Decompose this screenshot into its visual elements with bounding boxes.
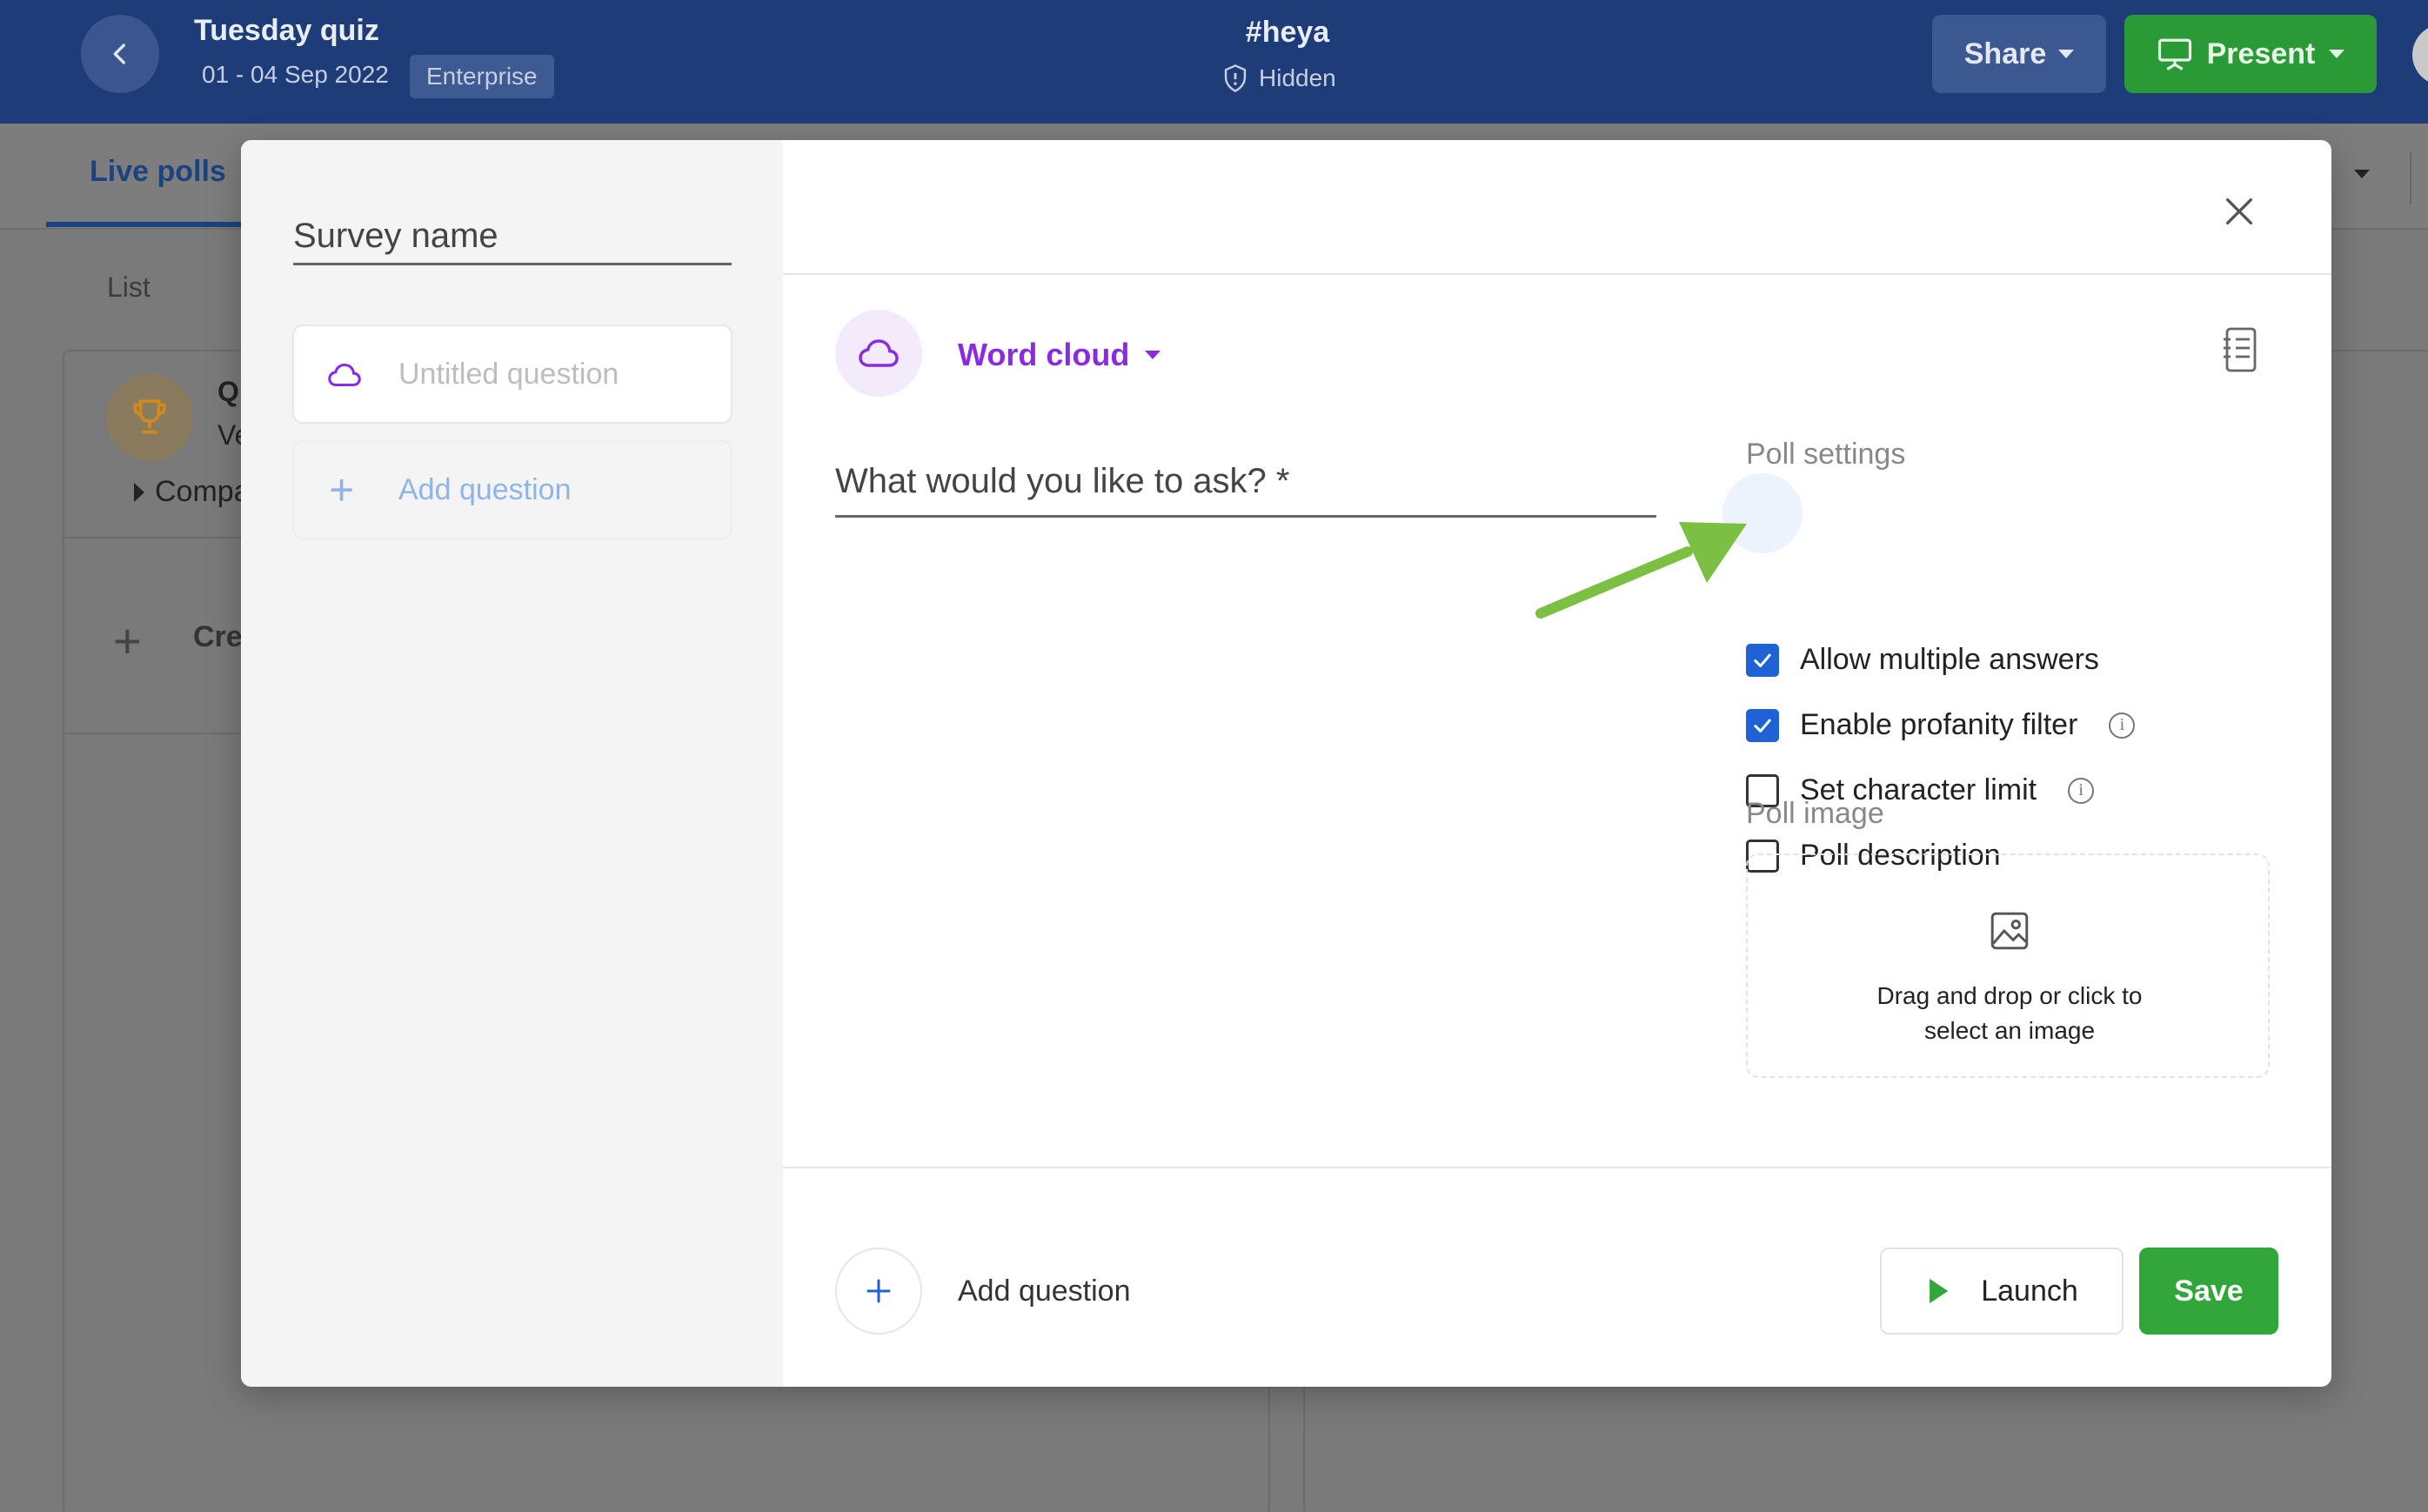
background-create-label[interactable]: Cre	[193, 620, 243, 654]
background-item-title: Q	[217, 376, 239, 407]
question-list-item-label: Untitled question	[398, 358, 619, 391]
dropzone-text-line: select an image	[1923, 1017, 2096, 1044]
divider	[783, 1167, 2331, 1168]
share-label: Share	[1963, 37, 2047, 70]
close-icon	[2226, 198, 2252, 224]
present-label: Present	[2206, 37, 2316, 70]
poll-editor-modal: Survey name Untitled question + Add ques…	[241, 140, 2331, 1387]
plan-badge: Enterprise	[410, 55, 554, 98]
check-icon	[1754, 719, 1771, 733]
launch-button[interactable]: Launch	[1880, 1248, 2124, 1335]
checkbox-focus-halo	[1722, 473, 1803, 553]
option-label: Allow multiple answers	[1800, 643, 2099, 676]
event-dates: 01 - 04 Sep 2022	[202, 61, 389, 88]
plus-icon[interactable]: +	[113, 612, 142, 669]
poll-type-dropdown[interactable]: Word cloud	[958, 337, 1161, 373]
event-code[interactable]: #heya	[1201, 16, 1375, 50]
caret-down-icon	[2058, 50, 2075, 58]
dropzone-text-line: Drag and drop or click to	[1876, 982, 2143, 1009]
option-allow-multiple-answers[interactable]: Allow multiple answers	[1746, 643, 2099, 677]
check-icon	[1754, 653, 1771, 667]
visibility-label: Hidden	[1259, 64, 1336, 91]
event-title: Tuesday quiz	[194, 14, 379, 47]
divider	[783, 273, 2331, 275]
presentation-icon	[2157, 38, 2191, 70]
image-dropzone[interactable]: Drag and drop or click to select an imag…	[1746, 853, 2270, 1078]
close-button[interactable]	[2213, 185, 2265, 238]
caret-down-icon	[2329, 50, 2345, 58]
save-button[interactable]: Save	[2139, 1248, 2278, 1335]
caret-down-icon	[1145, 351, 1161, 359]
notes-icon[interactable]	[2222, 325, 2260, 374]
info-icon[interactable]: i	[2068, 777, 2095, 804]
question-list-item[interactable]: Untitled question	[292, 324, 732, 424]
question-input[interactable]: What would you like to ask? *	[835, 462, 1656, 518]
top-bar: Tuesday quiz 01 - 04 Sep 2022 Enterprise…	[0, 0, 2428, 124]
add-question-list-button[interactable]: + Add question	[292, 440, 732, 539]
option-label: Enable profanity filter	[1800, 708, 2078, 741]
cloud-icon	[859, 339, 899, 367]
tab-list[interactable]: List	[107, 271, 150, 304]
dropzone-text: Drag and drop or click to select an imag…	[1748, 979, 2271, 1048]
question-list-panel: Survey name Untitled question + Add ques…	[241, 140, 783, 1387]
poll-type-icon-badge	[835, 310, 922, 397]
add-question-button[interactable]	[835, 1248, 922, 1335]
image-icon	[1990, 912, 2029, 950]
visibility-status[interactable]: Hidden	[1222, 64, 1336, 93]
checkbox-checked[interactable]	[1746, 708, 1779, 742]
background-item-expand[interactable]: Compa	[132, 475, 251, 509]
add-question-list-label: Add question	[398, 473, 572, 506]
poll-image-title: Poll image	[1746, 797, 1884, 830]
survey-name-input[interactable]: Survey name	[293, 217, 732, 265]
poll-type-label: Word cloud	[958, 337, 1130, 372]
plus-icon: +	[329, 465, 355, 514]
shield-icon	[1224, 64, 1247, 92]
background-item-expand-label: Compa	[155, 475, 251, 508]
avatar[interactable]	[2412, 24, 2428, 85]
poll-settings-title: Poll settings	[1746, 438, 1906, 471]
divider	[2410, 152, 2411, 204]
add-question-label[interactable]: Add question	[958, 1274, 1131, 1308]
tab-live-polls[interactable]: Live polls	[90, 155, 226, 189]
back-button[interactable]	[81, 15, 159, 93]
option-enable-profanity-filter[interactable]: Enable profanity filter i	[1746, 708, 2136, 742]
cloud-icon	[328, 363, 361, 387]
trophy-icon	[106, 374, 193, 461]
launch-label: Launch	[1981, 1274, 2078, 1308]
active-tab-indicator	[46, 222, 246, 227]
checkbox-checked[interactable]	[1746, 643, 1779, 677]
plus-icon	[866, 1279, 891, 1303]
share-button[interactable]: Share	[1932, 15, 2106, 93]
play-icon	[1930, 1278, 1949, 1304]
chevron-left-icon	[113, 43, 125, 64]
info-icon[interactable]: i	[2109, 712, 2136, 739]
caret-down-icon[interactable]	[2354, 170, 2370, 178]
present-button[interactable]: Present	[2124, 15, 2377, 93]
